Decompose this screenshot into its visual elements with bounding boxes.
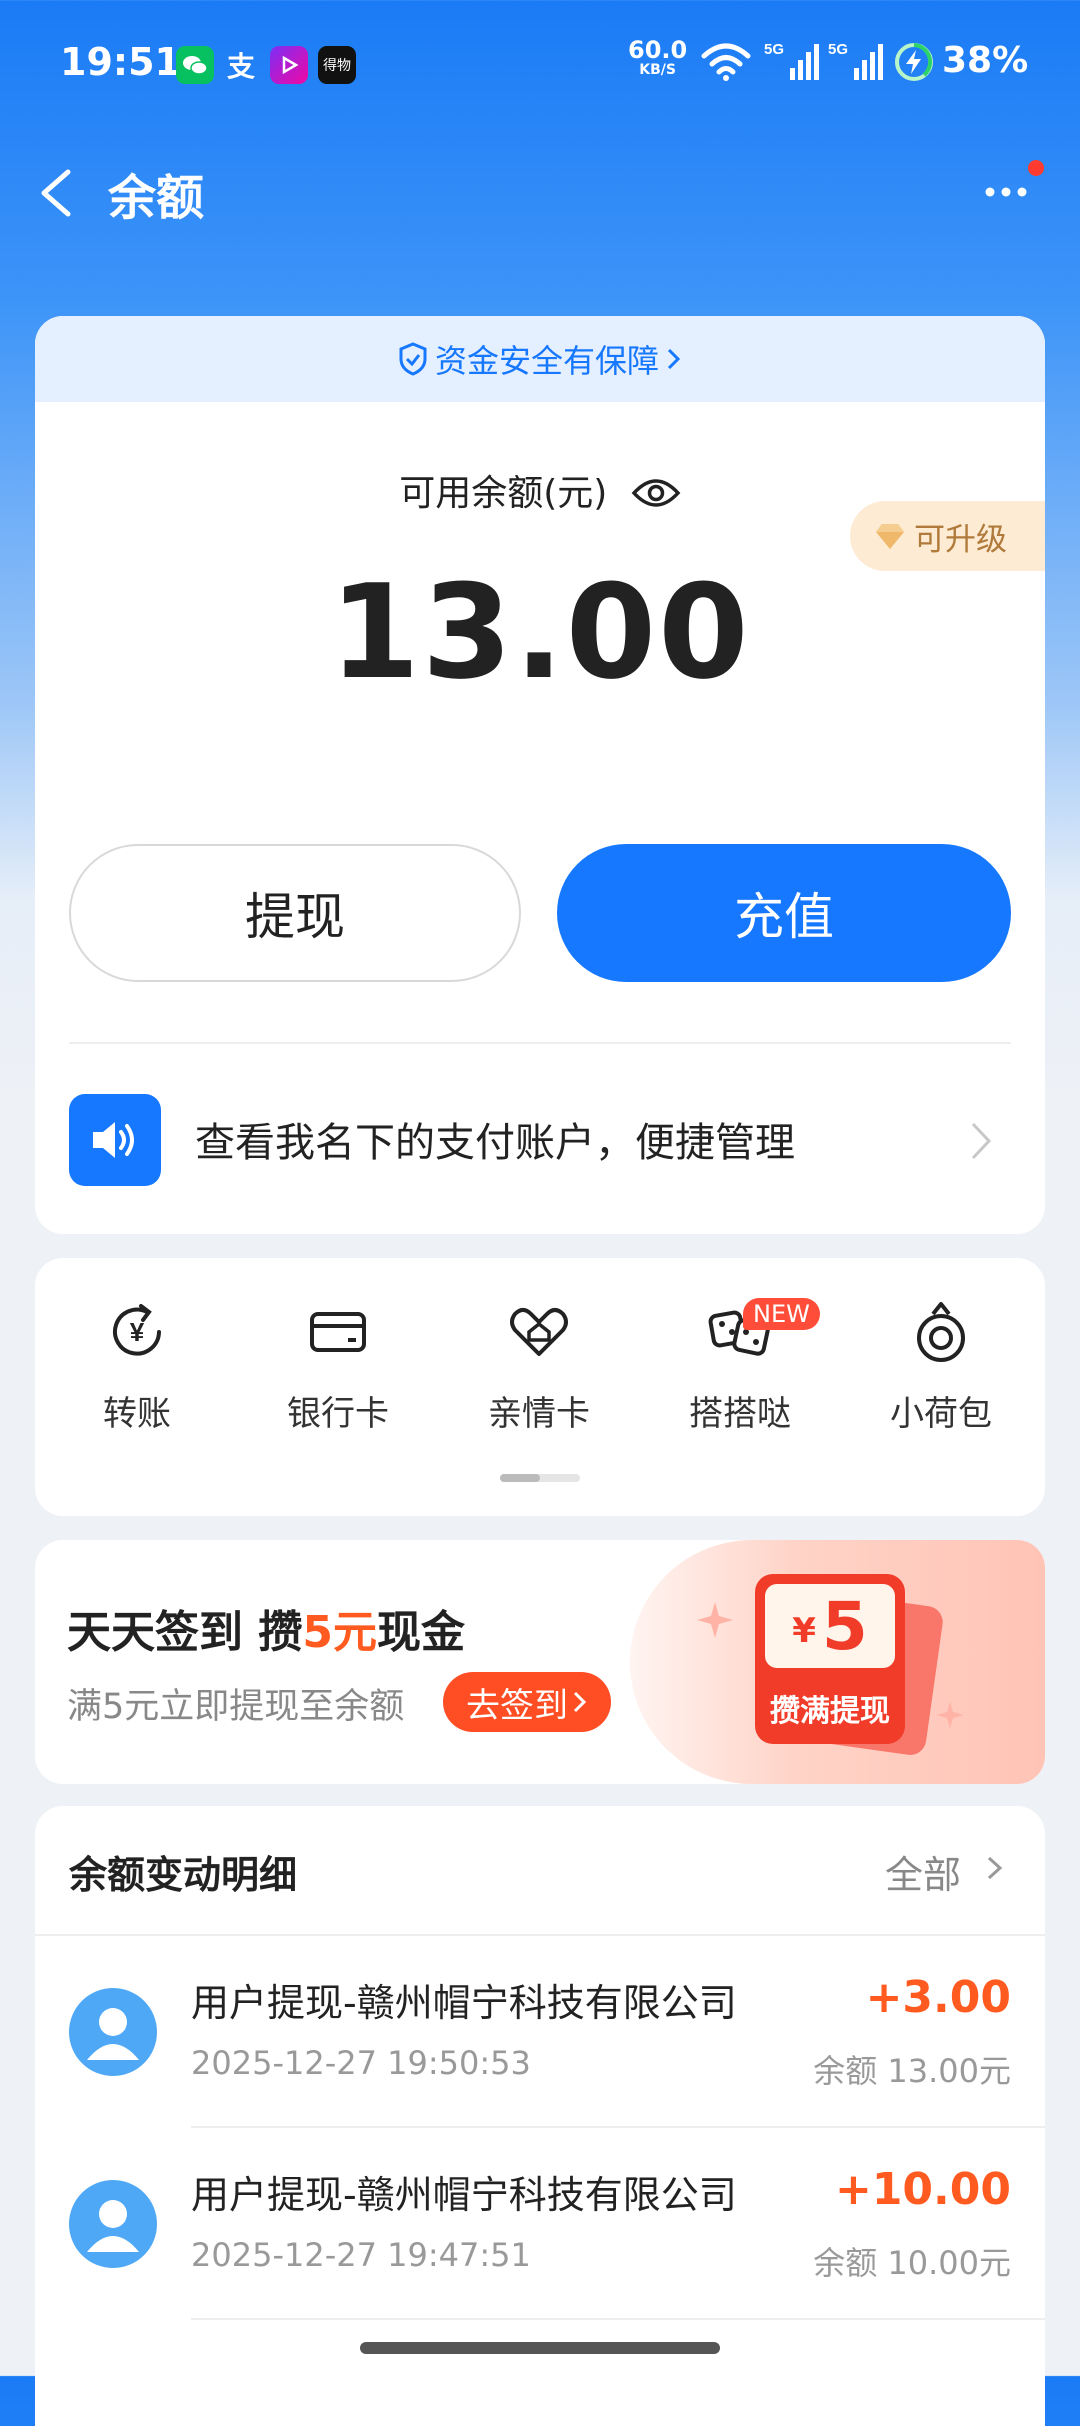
safety-banner[interactable]: 资金安全有保障 [35,316,1045,402]
balance-label: 可用余额(元) [399,473,608,514]
wechat-icon [176,46,214,84]
speaker-icon [69,1094,161,1186]
purse-icon [907,1298,975,1366]
sign-title-part2: 现金 [376,1607,465,1658]
home-indicator[interactable] [360,2342,720,2354]
sparkle-icon [695,1600,735,1644]
battery-charging-icon [894,42,934,86]
card-divider [69,1042,1011,1044]
sign-in-subtitle: 满5元立即提现至余额 [67,1687,405,1727]
status-time: 19:51 [60,40,181,84]
safety-text: 资金安全有保障 [434,342,659,380]
sign-in-button-label: 去签到 [466,1685,568,1726]
transaction-row[interactable]: 用户提现-赣州帽宁科技有限公司 2025-12-27 19:50:53 +3.0… [35,1936,1045,2128]
page-title: 余额 [108,170,205,226]
signal-icon-2: 5G [828,40,884,86]
scroll-indicator [500,1474,580,1482]
transaction-name: 用户提现-赣州帽宁科技有限公司 [191,1981,737,2025]
battery-percent: 38% [942,40,1029,81]
sign-in-button[interactable]: 去签到 [443,1672,611,1732]
chevron-right-icon [985,1850,1005,1886]
packet-currency: ¥ [792,1611,816,1651]
chevron-left-icon [41,169,71,217]
sign-in-title: 天天签到 攒5元现金 [67,1596,465,1660]
transaction-amount: +3.00 [865,1972,1011,2023]
quick-action-transfer[interactable]: ¥ 转账 [37,1298,237,1435]
eye-icon[interactable] [631,475,681,511]
quick-action-label: 银行卡 [287,1394,389,1434]
family-card-icon [505,1298,573,1366]
transaction-amount: +10.00 [834,2164,1011,2215]
transactions-title: 余额变动明细 [69,1853,298,1897]
svg-text:¥: ¥ [130,1317,145,1347]
sign-title-highlight: 5元 [302,1607,377,1658]
transaction-time: 2025-12-27 19:50:53 [191,2044,531,2082]
shield-icon [399,342,427,376]
video-icon [270,46,308,84]
transfer-icon: ¥ [103,1298,171,1366]
quick-action-bank-card[interactable]: 银行卡 [238,1298,438,1435]
dewu-icon: 得物 [318,46,356,84]
status-bar: 19:51 支 得物 60.0 KB/S 5G 5G 38% [0,0,1080,130]
transaction-balance: 余额 13.00元 [813,2052,1011,2090]
red-packet-value: ¥5 [765,1584,895,1668]
sign-in-banner[interactable]: 天天签到 攒5元现金 满5元立即提现至余额 去签到 ¥5 攒满提现 [35,1540,1045,1784]
svg-text:5G: 5G [764,41,784,58]
transaction-name: 用户提现-赣州帽宁科技有限公司 [191,2173,737,2217]
quick-action-label: 小荷包 [890,1394,992,1434]
balance-card: 资金安全有保障 可用余额(元) 13.00 可升级 提现 充值 查看我名下的支付… [35,316,1045,1234]
transactions-card: 余额变动明细 全部 用户提现-赣州帽宁科技有限公司 2025-12-27 19:… [35,1806,1045,2426]
more-dots-icon [985,187,1027,197]
chevron-right-icon [573,1691,587,1713]
chevron-right-icon [965,1116,995,1166]
transaction-time: 2025-12-27 19:47:51 [191,2236,531,2274]
payment-accounts-link[interactable]: 查看我名下的支付账户，便捷管理 [195,1110,795,1168]
back-button[interactable] [34,158,84,228]
sign-title-part1: 天天签到 攒 [67,1607,303,1658]
user-avatar-icon [69,2180,157,2268]
upgrade-label: 可升级 [914,521,1007,558]
quick-action-label: 转账 [103,1394,171,1434]
bank-card-icon [304,1298,372,1366]
withdraw-button[interactable]: 提现 [69,844,521,982]
svg-text:5G: 5G [828,41,848,58]
transaction-row[interactable]: 用户提现-赣州帽宁科技有限公司 2025-12-27 19:47:51 +10.… [35,2128,1045,2320]
diamond-icon [876,524,904,549]
quick-action-purse[interactable]: 小荷包 [841,1298,1041,1435]
scroll-thumb [500,1474,540,1482]
filter-all-button[interactable]: 全部 [885,1844,961,1899]
quick-actions-card: ¥ 转账 银行卡 亲情卡 搭搭哒 小荷包 NEW [35,1258,1045,1516]
alipay-icon: 支 [226,50,255,83]
network-speed: 60.0 KB/S [628,38,687,80]
quick-action-label: 亲情卡 [488,1394,590,1434]
notification-dot [1028,160,1044,176]
new-badge: NEW [743,1298,820,1330]
wifi-icon [700,42,752,86]
transaction-balance: 余额 10.00元 [813,2244,1011,2282]
quick-action-label: 搭搭哒 [689,1394,791,1434]
packet-label: 攒满提现 [770,1694,890,1729]
row-divider [191,2318,1045,2320]
signal-icon-1: 5G [764,40,820,86]
balance-amount: 13.00 [329,556,751,708]
chevron-right-icon [667,348,681,370]
packet-value: 5 [821,1587,868,1665]
user-avatar-icon [69,1988,157,2076]
red-packet-icon: ¥5 攒满提现 [755,1574,905,1744]
quick-action-family-card[interactable]: 亲情卡 [439,1298,639,1435]
more-options-button[interactable] [980,170,1040,210]
sparkle-icon [935,1700,965,1734]
upgrade-badge[interactable]: 可升级 [850,501,1045,571]
recharge-button[interactable]: 充值 [557,844,1011,982]
